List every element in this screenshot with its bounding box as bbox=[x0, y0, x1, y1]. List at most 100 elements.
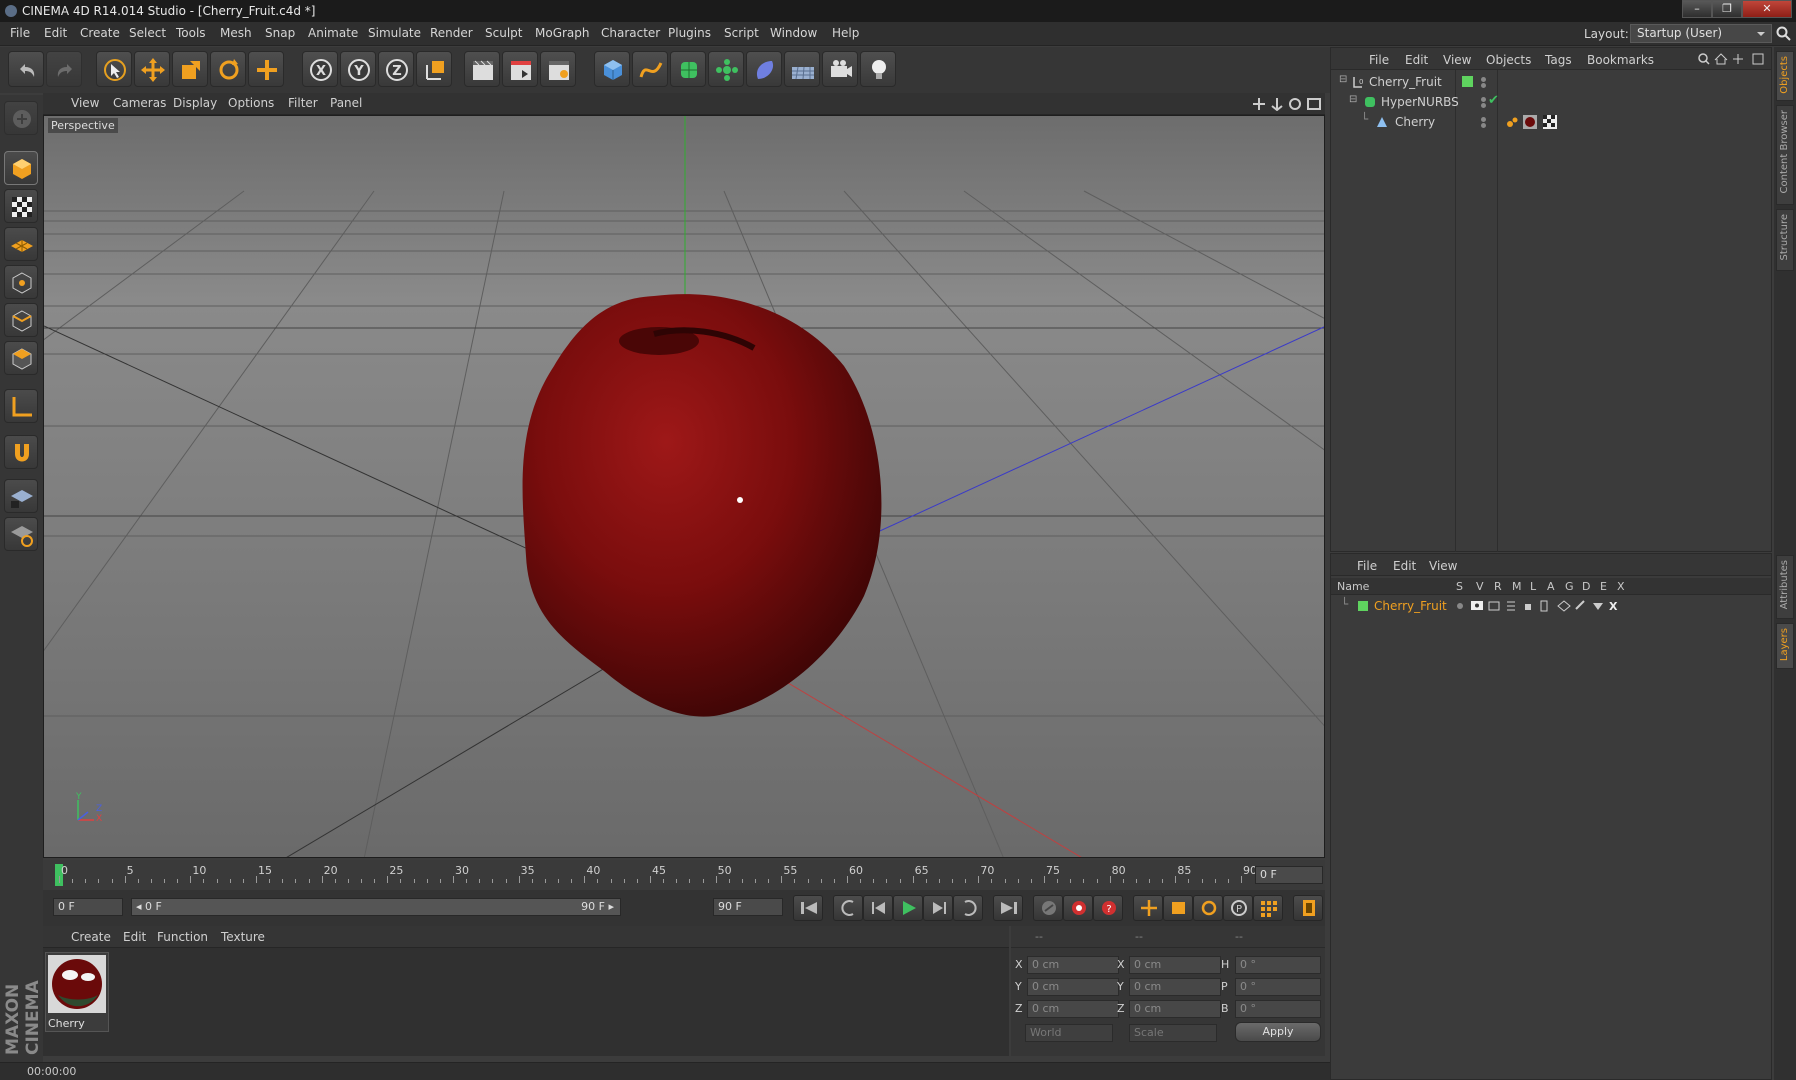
camera-object-button[interactable] bbox=[822, 51, 858, 87]
viewport-menu-display[interactable]: Display bbox=[173, 96, 217, 110]
render-view-button[interactable] bbox=[464, 51, 500, 87]
viewport-navigation-icons[interactable] bbox=[1253, 97, 1323, 111]
max-frame-field[interactable]: 90 F bbox=[713, 898, 783, 916]
go-to-start-button[interactable] bbox=[793, 895, 823, 921]
search-icon[interactable] bbox=[1776, 26, 1792, 42]
menu-create[interactable]: Create bbox=[80, 26, 120, 40]
perspective-viewport[interactable]: Perspective Y X Z bbox=[43, 115, 1325, 858]
parameter-key-button[interactable]: P bbox=[1223, 895, 1253, 921]
redo-button[interactable] bbox=[46, 51, 82, 87]
x-axis-lock-button[interactable]: X bbox=[302, 51, 338, 87]
points-mode-button[interactable] bbox=[4, 265, 38, 299]
coord-pos-y-field[interactable]: 0 cm bbox=[1027, 978, 1119, 996]
menu-animate[interactable]: Animate bbox=[308, 26, 358, 40]
menu-file[interactable]: File bbox=[10, 26, 30, 40]
viewport-menu-cameras[interactable]: Cameras bbox=[113, 96, 166, 110]
coord-size-x-field[interactable]: 0 cm bbox=[1129, 956, 1221, 974]
render-picture-viewer-button[interactable] bbox=[502, 51, 538, 87]
coord-pos-x-field[interactable]: 0 cm bbox=[1027, 956, 1119, 974]
layer-menu-edit[interactable]: Edit bbox=[1393, 559, 1416, 573]
side-tab-attributes[interactable]: Attributes bbox=[1776, 555, 1794, 619]
material-menu-edit[interactable]: Edit bbox=[123, 930, 146, 944]
object-menu-tags[interactable]: Tags bbox=[1545, 53, 1572, 67]
menu-plugins[interactable]: Plugins bbox=[668, 26, 711, 40]
layer-menu-file[interactable]: File bbox=[1357, 559, 1377, 573]
planar-workplane-button[interactable] bbox=[4, 517, 38, 551]
menu-mesh[interactable]: Mesh bbox=[220, 26, 252, 40]
coord-size-z-field[interactable]: 0 cm bbox=[1129, 1000, 1221, 1018]
snap-button[interactable] bbox=[4, 435, 38, 469]
layer-color-swatch[interactable] bbox=[1358, 601, 1368, 611]
side-tab-layers[interactable]: Layers bbox=[1776, 623, 1794, 669]
menu-render[interactable]: Render bbox=[430, 26, 473, 40]
point-level-animation-button[interactable] bbox=[1253, 895, 1283, 921]
y-axis-lock-button[interactable]: Y bbox=[340, 51, 376, 87]
cherry-model[interactable] bbox=[484, 276, 934, 736]
side-tab-structure[interactable]: Structure bbox=[1776, 209, 1794, 271]
keyframe-selection-button[interactable]: ? bbox=[1093, 895, 1123, 921]
minimize-button[interactable]: – bbox=[1682, 0, 1712, 18]
live-selection-button[interactable] bbox=[96, 51, 132, 87]
move-tool-button[interactable] bbox=[134, 51, 170, 87]
make-editable-button[interactable] bbox=[4, 101, 38, 135]
enabled-check-icon[interactable]: ✔ bbox=[1488, 93, 1499, 108]
deformer-button[interactable] bbox=[746, 51, 782, 87]
polygons-mode-button[interactable] bbox=[4, 341, 38, 375]
layer-menu-view[interactable]: View bbox=[1429, 559, 1457, 573]
add-tool-button[interactable] bbox=[248, 51, 284, 87]
undo-button[interactable] bbox=[8, 51, 44, 87]
rotate-tool-button[interactable] bbox=[210, 51, 246, 87]
tree-item-cherry[interactable]: └ Cherry bbox=[1331, 112, 1771, 132]
array-object-button[interactable] bbox=[708, 51, 744, 87]
menu-tools[interactable]: Tools bbox=[176, 26, 206, 40]
play-button[interactable] bbox=[893, 895, 923, 921]
menu-mograph[interactable]: MoGraph bbox=[535, 26, 590, 40]
workplane-lock-button[interactable] bbox=[4, 479, 38, 513]
layer-row-cherry-fruit[interactable]: └ Cherry_Fruit X bbox=[1331, 597, 1771, 615]
object-menu-view[interactable]: View bbox=[1443, 53, 1471, 67]
menu-script[interactable]: Script bbox=[724, 26, 759, 40]
menu-simulate[interactable]: Simulate bbox=[368, 26, 421, 40]
layer-name[interactable]: Cherry_Fruit bbox=[1374, 599, 1447, 613]
scale-key-button[interactable] bbox=[1163, 895, 1193, 921]
next-key-button[interactable] bbox=[953, 895, 983, 921]
object-manager-tools[interactable] bbox=[1697, 52, 1769, 66]
rotation-key-button[interactable] bbox=[1193, 895, 1223, 921]
coord-rot-b-field[interactable]: 0 ° bbox=[1235, 1000, 1321, 1018]
workplane-mode-button[interactable] bbox=[4, 227, 38, 261]
close-button[interactable]: ✕ bbox=[1742, 0, 1792, 18]
object-menu-file[interactable]: File bbox=[1369, 53, 1389, 67]
go-to-end-button[interactable] bbox=[993, 895, 1023, 921]
autokeying-button[interactable] bbox=[1063, 895, 1093, 921]
scale-tool-button[interactable] bbox=[172, 51, 208, 87]
axis-mode-button[interactable] bbox=[4, 389, 38, 423]
timeline-end-field[interactable]: 0 F bbox=[1255, 866, 1323, 884]
maximize-button[interactable]: ❐ bbox=[1712, 0, 1742, 18]
object-menu-objects[interactable]: Objects bbox=[1486, 53, 1531, 67]
apply-button[interactable]: Apply bbox=[1235, 1022, 1321, 1042]
layer-toggle-icons[interactable]: X bbox=[1455, 599, 1635, 613]
coord-space-dropdown[interactable]: World bbox=[1025, 1024, 1113, 1042]
menu-sculpt[interactable]: Sculpt bbox=[485, 26, 522, 40]
menu-snap[interactable]: Snap bbox=[265, 26, 295, 40]
menu-window[interactable]: Window bbox=[770, 26, 817, 40]
floor-object-button[interactable] bbox=[784, 51, 820, 87]
tree-item-hypernurbs[interactable]: ⊟ HyperNURBS ✔ bbox=[1331, 92, 1771, 112]
menu-character[interactable]: Character bbox=[601, 26, 660, 40]
viewport-menu-options[interactable]: Options bbox=[228, 96, 274, 110]
coordinate-system-button[interactable] bbox=[416, 51, 452, 87]
record-keys-button[interactable] bbox=[1033, 895, 1063, 921]
frame-range-slider[interactable]: ◂ 0 F 90 F ▸ bbox=[131, 898, 621, 916]
coord-pos-z-field[interactable]: 0 cm bbox=[1027, 1000, 1119, 1018]
menu-edit[interactable]: Edit bbox=[44, 26, 67, 40]
material-menu-create[interactable]: Create bbox=[71, 930, 111, 944]
model-mode-button[interactable] bbox=[4, 151, 38, 185]
tree-item-cherry-fruit[interactable]: ⊟ 0 Cherry_Fruit bbox=[1331, 72, 1771, 92]
coord-size-y-field[interactable]: 0 cm bbox=[1129, 978, 1221, 996]
texture-mode-button[interactable] bbox=[4, 189, 38, 223]
edit-render-settings-button[interactable] bbox=[540, 51, 576, 87]
edges-mode-button[interactable] bbox=[4, 303, 38, 337]
material-menu-texture[interactable]: Texture bbox=[221, 930, 265, 944]
nurbs-button[interactable] bbox=[670, 51, 706, 87]
timeline-ruler[interactable]: 0 5 10 15 20 25 30 35 40 45 50 55 60 65 70 75 80 85 90 0 F bbox=[43, 860, 1325, 890]
